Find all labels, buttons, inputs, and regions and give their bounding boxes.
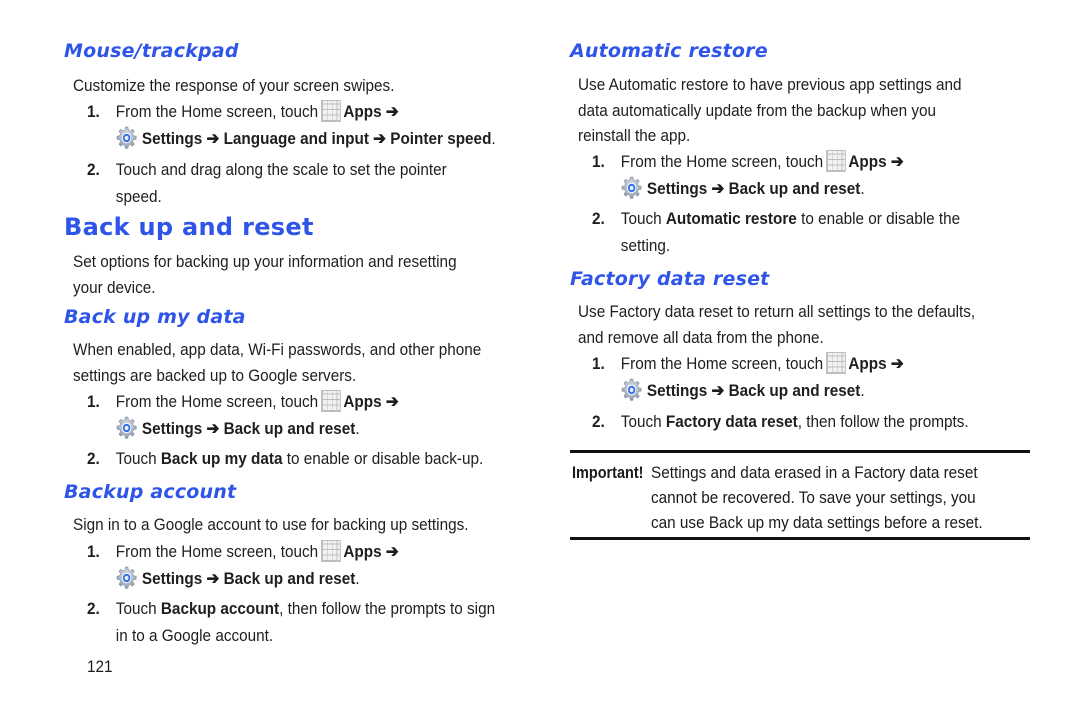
intro-line: reinstall the app. [578, 126, 691, 145]
settings-path: Settings ➔ Back up and reset [646, 381, 861, 400]
period: . [491, 129, 496, 148]
apps-label: Apps ➔ [343, 392, 399, 411]
step-bold: Automatic restore [665, 209, 797, 228]
backup-my-data-step-2: 2. Touch Back up my data to enable or dis… [87, 445, 483, 472]
intro-line: Use Factory data reset to return all set… [578, 302, 976, 321]
step-text: , then follow the prompts to sign [279, 599, 496, 618]
factory-reset-step-1: 1. From the Home screen, touch Apps ➔ [592, 350, 904, 377]
step-bold: Back up my data [160, 449, 283, 468]
settings-path: Settings ➔ Back up and reset [646, 179, 861, 198]
automatic-restore-intro: Use Automatic restore to have previous a… [578, 72, 962, 149]
intro-line: settings are backed up to Google servers… [73, 365, 357, 385]
backup-my-data-step-1-path: Settings ➔ Back up and reset. [87, 415, 360, 442]
step-number: 2. [87, 449, 100, 468]
step-bold: Factory data reset [665, 412, 798, 431]
settings-path: Settings ➔ Back up and reset [141, 419, 356, 438]
step-text: From the Home screen, touch [115, 542, 319, 561]
intro-line: Use Automatic restore to have previous a… [578, 75, 962, 94]
step-text-cont: setting. [620, 236, 671, 255]
apps-label: Apps ➔ [848, 152, 904, 171]
important-line: cannot be recovered. To save your settin… [651, 488, 976, 507]
intro-line: and remove all data from the phone. [578, 327, 824, 347]
mouse-step-1: 1. From the Home screen, touch Apps ➔ [87, 98, 399, 125]
heading-backup-account: Backup account [64, 481, 237, 503]
intro-line: your device. [73, 277, 156, 297]
backup-account-step-1-path: Settings ➔ Back up and reset. [87, 565, 360, 592]
step-text: Touch [620, 412, 666, 431]
important-line: Settings and data erased in a Factory da… [651, 463, 978, 482]
backup-my-data-intro: When enabled, app data, Wi-Fi passwords,… [73, 337, 481, 388]
step-text: From the Home screen, touch [620, 354, 824, 373]
step-text: to enable or disable the [796, 209, 961, 228]
settings-gear-icon [116, 416, 138, 440]
page-number: 121 [87, 657, 113, 676]
important-note: Important! Settings and data erased in a… [570, 450, 1030, 540]
factory-reset-step-1-path: Settings ➔ Back up and reset. [592, 377, 865, 404]
important-text: Settings and data erased in a Factory da… [651, 460, 983, 535]
step-number: 2. [592, 209, 605, 228]
step-text: Touch [620, 209, 666, 228]
important-line: can use Back up my data settings before … [651, 513, 983, 532]
settings-gear-icon [116, 126, 138, 150]
heading-factory-data-reset: Factory data reset [570, 268, 770, 290]
intro-line: data automatically update from the backu… [578, 100, 937, 120]
apps-grid-icon [320, 390, 341, 412]
step-number: 1. [592, 152, 605, 171]
step-text: Touch [115, 599, 161, 618]
heading-automatic-restore: Automatic restore [570, 40, 768, 62]
settings-path: Settings ➔ Language and input ➔ Pointer … [141, 129, 492, 148]
apps-grid-icon [825, 352, 846, 374]
heading-back-up-and-reset: Back up and reset [64, 213, 314, 241]
settings-gear-icon [116, 566, 138, 590]
step-text-cont: in to a Google account. [115, 626, 274, 645]
factory-reset-intro: Use Factory data reset to return all set… [578, 299, 975, 350]
step-text: Touch [115, 449, 161, 468]
important-label: Important! [572, 463, 644, 482]
step-number: 2. [592, 412, 605, 431]
apps-label: Apps ➔ [343, 542, 399, 561]
automatic-restore-step-1-path: Settings ➔ Back up and reset. [592, 175, 865, 202]
apps-grid-icon [825, 150, 846, 172]
apps-grid-icon [320, 540, 341, 562]
step-number: 1. [87, 102, 100, 121]
backup-reset-intro: Set options for backing up your informat… [73, 249, 457, 300]
period: . [860, 179, 865, 198]
step-number: 1. [87, 392, 100, 411]
step-text-cont: speed. [115, 187, 162, 206]
automatic-restore-step-1: 1. From the Home screen, touch Apps ➔ [592, 148, 904, 175]
step-bold: Backup account [160, 599, 280, 618]
period: . [355, 419, 360, 438]
settings-gear-icon [621, 176, 643, 200]
step-number: 1. [87, 542, 100, 561]
step-text: From the Home screen, touch [115, 392, 319, 411]
factory-reset-step-2: 2. Touch Factory data reset, then follow … [592, 408, 969, 435]
mouse-step-1-path: Settings ➔ Language and input ➔ Pointer … [87, 125, 496, 152]
backup-account-step-2: 2. Touch Backup account, then follow the … [87, 595, 495, 649]
step-text: Touch and drag along the scale to set th… [115, 160, 447, 179]
period: . [355, 569, 360, 588]
automatic-restore-step-2: 2. Touch Automatic restore to enable or d… [592, 205, 960, 259]
settings-gear-icon [621, 378, 643, 402]
step-text: , then follow the prompts. [797, 412, 969, 431]
step-text: to enable or disable back-up. [282, 449, 484, 468]
step-number: 1. [592, 354, 605, 373]
apps-label: Apps ➔ [343, 102, 399, 121]
apps-label: Apps ➔ [848, 354, 904, 373]
intro-line: Set options for backing up your informat… [73, 252, 457, 271]
backup-my-data-step-1: 1. From the Home screen, touch Apps ➔ [87, 388, 399, 415]
step-text: From the Home screen, touch [115, 102, 319, 121]
mouse-intro: Customize the response of your screen sw… [73, 76, 395, 95]
step-number: 2. [87, 160, 100, 179]
backup-account-step-1: 1. From the Home screen, touch Apps ➔ [87, 538, 399, 565]
mouse-step-2: 2. Touch and drag along the scale to set … [87, 156, 447, 210]
apps-grid-icon [320, 100, 341, 122]
heading-mouse-trackpad: Mouse/trackpad [64, 40, 239, 62]
step-text: From the Home screen, touch [620, 152, 824, 171]
settings-path: Settings ➔ Back up and reset [141, 569, 356, 588]
backup-account-intro: Sign in to a Google account to use for b… [73, 515, 469, 534]
period: . [860, 381, 865, 400]
heading-back-up-my-data: Back up my data [64, 306, 246, 328]
step-number: 2. [87, 599, 100, 618]
intro-line: When enabled, app data, Wi-Fi passwords,… [73, 340, 482, 359]
